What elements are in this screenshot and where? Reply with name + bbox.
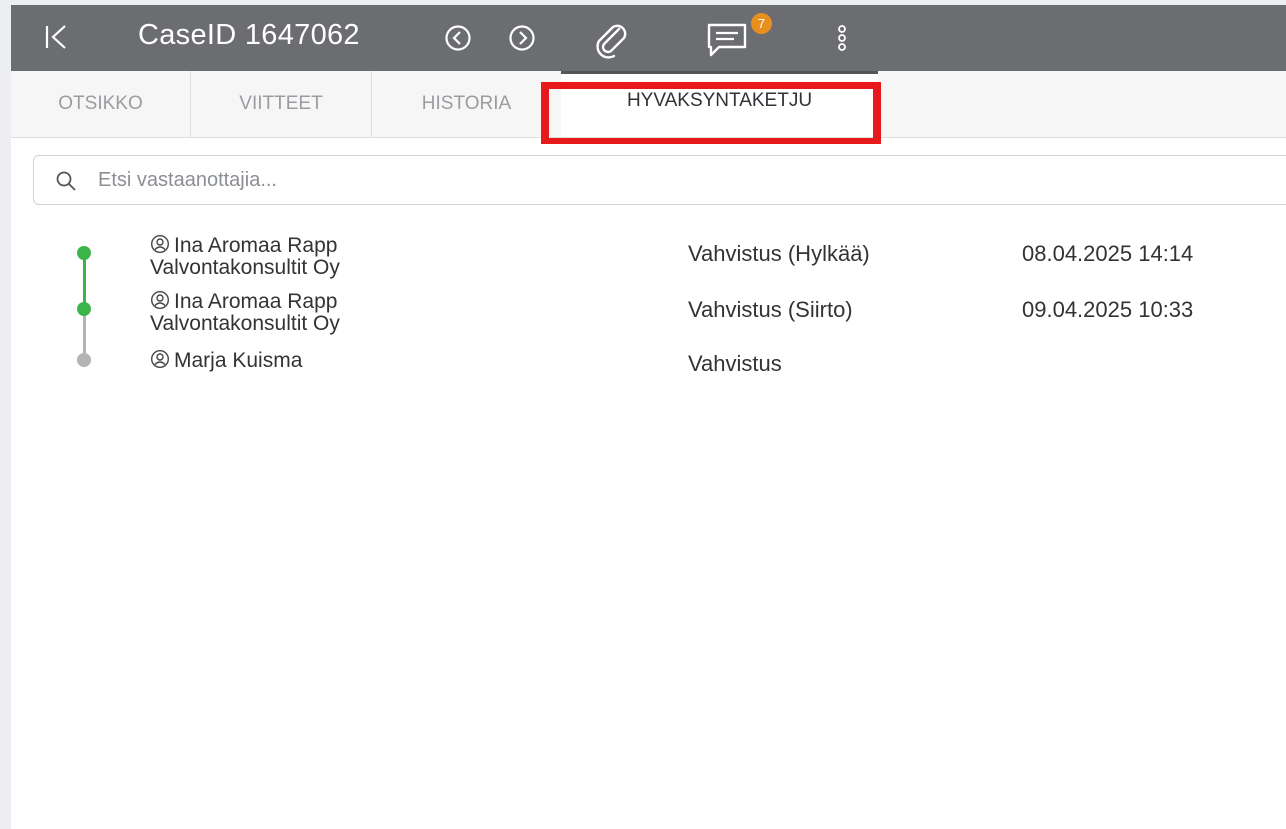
case-title: CaseID 1647062 — [138, 19, 360, 51]
approver-company: Valvontakonsultit Oy — [150, 312, 340, 335]
comments-count-badge: 7 — [751, 13, 772, 34]
approval-step-type: Vahvistus — [688, 351, 782, 376]
previous-case-icon[interactable] — [444, 24, 472, 57]
user-icon — [150, 234, 170, 258]
approver-name: Ina Aromaa Rapp — [174, 234, 338, 257]
step-status-dot — [77, 246, 91, 260]
approver-info: Ina Aromaa Rapp Valvontakonsultit Oy — [150, 234, 340, 278]
tab-historia[interactable]: HISTORIA — [372, 71, 561, 137]
next-case-icon[interactable] — [508, 24, 536, 57]
step-status-dot — [77, 302, 91, 316]
search-icon — [55, 170, 77, 197]
approval-timestamp: 08.04.2025 14:14 — [1022, 241, 1194, 266]
approval-step-row: Ina Aromaa Rapp Valvontakonsultit Oy Vah… — [11, 283, 1286, 335]
user-icon — [150, 290, 170, 314]
approver-name: Ina Aromaa Rapp — [174, 290, 338, 313]
approval-step-type: Vahvistus (Hylkää) — [688, 241, 870, 266]
approval-timestamp: 09.04.2025 10:33 — [1022, 297, 1194, 322]
more-options-icon[interactable] — [837, 24, 847, 57]
user-icon — [150, 349, 170, 373]
recipient-search-box[interactable] — [33, 155, 1286, 205]
tab-viitteet[interactable]: VIITTEET — [191, 71, 372, 137]
approval-step-row: Marja Kuisma Vahvistus — [11, 339, 1286, 391]
comments-icon[interactable] — [705, 21, 751, 64]
approver-name: Marja Kuisma — [174, 349, 303, 372]
approver-info: Ina Aromaa Rapp Valvontakonsultit Oy — [150, 290, 340, 334]
step-status-dot — [77, 353, 91, 367]
approver-company: Valvontakonsultit Oy — [150, 256, 340, 279]
active-tab-indicator — [561, 71, 878, 74]
collapse-panel-icon[interactable] — [44, 23, 68, 56]
tab-otsikko[interactable]: OTSIKKO — [11, 71, 191, 137]
tab-highlight-box — [541, 82, 881, 144]
attachment-icon[interactable] — [591, 20, 631, 65]
recipient-search-input[interactable] — [98, 165, 1198, 195]
approval-step-type: Vahvistus (Siirto) — [688, 297, 853, 322]
case-header: CaseID 1647062 7 — [11, 5, 1286, 71]
approval-step-row: Ina Aromaa Rapp Valvontakonsultit Oy Vah… — [11, 227, 1286, 279]
approver-info: Marja Kuisma — [150, 349, 302, 373]
